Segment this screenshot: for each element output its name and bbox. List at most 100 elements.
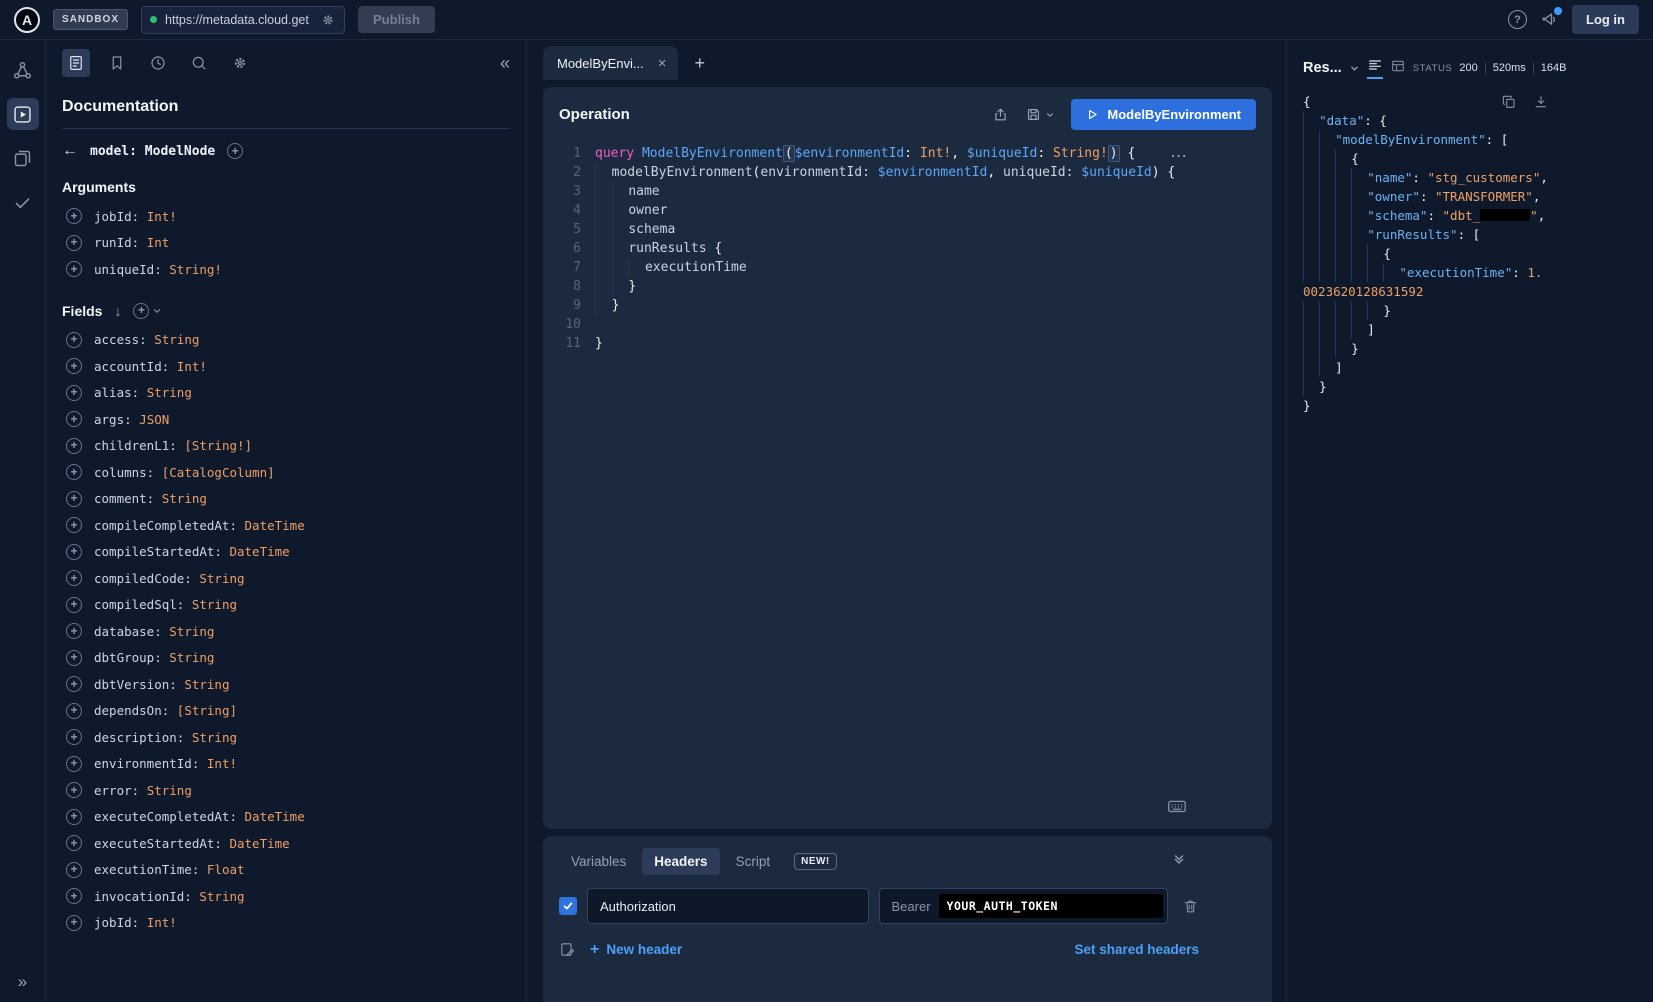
add-to-query-icon[interactable]: +	[66, 676, 82, 692]
add-to-query-icon[interactable]: +	[66, 438, 82, 454]
edit-headers-icon[interactable]	[559, 941, 576, 958]
field-row[interactable]: +invocationId: String	[66, 883, 510, 910]
add-to-query-icon[interactable]: +	[66, 915, 82, 931]
argument-row[interactable]: +runId: Int	[66, 230, 510, 257]
back-button[interactable]: ←	[62, 143, 78, 159]
help-button[interactable]: ?	[1508, 10, 1527, 29]
rail-item-explorer[interactable]	[7, 98, 39, 130]
docs-tab-history[interactable]	[144, 49, 172, 77]
field-row[interactable]: +dbtVersion: String	[66, 671, 510, 698]
field-row[interactable]: +dbtGroup: String	[66, 645, 510, 672]
add-to-query-icon[interactable]: +	[66, 411, 82, 427]
tab-script[interactable]: Script	[724, 848, 783, 875]
tab-variables[interactable]: Variables	[559, 848, 638, 875]
response-selector[interactable]: Res...	[1303, 60, 1342, 76]
table-view-button[interactable]	[1390, 58, 1406, 78]
add-to-query-icon[interactable]: +	[66, 544, 82, 560]
add-to-query-icon[interactable]: +	[66, 235, 82, 251]
field-row[interactable]: +jobId: Int!	[66, 910, 510, 937]
editor-code[interactable]: query ModelByEnvironment($environmentId:…	[581, 144, 1272, 829]
header-key-input[interactable]	[587, 888, 869, 924]
graph-endpoint-input[interactable]: https://metadata.cloud.get	[141, 6, 345, 34]
add-to-query-icon[interactable]: +	[66, 517, 82, 533]
delete-header-button[interactable]	[1182, 898, 1199, 915]
field-row[interactable]: +compiledSql: String	[66, 592, 510, 619]
add-to-query-icon[interactable]: +	[66, 650, 82, 666]
field-row[interactable]: +columns: [CatalogColumn]	[66, 459, 510, 486]
add-to-query-icon[interactable]: +	[66, 623, 82, 639]
download-response-button[interactable]	[1533, 94, 1549, 110]
chevron-down-icon[interactable]	[1349, 63, 1360, 74]
announcements-button[interactable]	[1540, 10, 1559, 29]
field-row[interactable]: +access: String	[66, 327, 510, 354]
new-tab-button[interactable]: +	[694, 54, 705, 72]
field-row[interactable]: +description: String	[66, 724, 510, 751]
field-row[interactable]: +compileCompletedAt: DateTime	[66, 512, 510, 539]
add-to-query-icon[interactable]: +	[66, 782, 82, 798]
add-to-query-icon[interactable]: +	[66, 385, 82, 401]
argument-row[interactable]: +jobId: Int!	[66, 203, 510, 230]
docs-tab-bookmarks[interactable]	[103, 49, 131, 77]
field-row[interactable]: +error: String	[66, 777, 510, 804]
connection-settings-gear-icon[interactable]	[320, 12, 336, 28]
collapse-panel-button[interactable]	[1172, 852, 1186, 866]
field-row[interactable]: +executeCompletedAt: DateTime	[66, 804, 510, 831]
header-enabled-checkbox[interactable]	[559, 897, 577, 915]
field-row[interactable]: +compileStartedAt: DateTime	[66, 539, 510, 566]
add-type-to-query-icon[interactable]: +	[227, 143, 243, 159]
save-operation-button[interactable]	[1025, 106, 1055, 123]
header-value-field[interactable]: Bearer YOUR_AUTH_TOKEN	[879, 888, 1168, 924]
add-to-query-icon[interactable]: +	[66, 756, 82, 772]
apollo-logo[interactable]: A	[14, 7, 40, 33]
set-shared-headers-link[interactable]: Set shared headers	[1074, 942, 1199, 957]
tab-headers[interactable]: Headers	[642, 848, 719, 875]
add-to-query-icon[interactable]: +	[66, 729, 82, 745]
docs-tab-documentation[interactable]	[62, 49, 90, 77]
rail-expand-button[interactable]: »	[18, 972, 27, 992]
sort-fields-icon[interactable]: ↓	[114, 303, 121, 319]
editor-menu-button[interactable]: ...	[1171, 145, 1188, 160]
field-row[interactable]: +alias: String	[66, 380, 510, 407]
copy-response-button[interactable]	[1501, 94, 1517, 110]
add-to-query-icon[interactable]: +	[66, 332, 82, 348]
field-row[interactable]: +accountId: Int!	[66, 353, 510, 380]
publish-button[interactable]: Publish	[358, 6, 435, 33]
add-to-query-icon[interactable]: +	[66, 358, 82, 374]
add-to-query-icon[interactable]: +	[66, 208, 82, 224]
field-row[interactable]: +executionTime: Float	[66, 857, 510, 884]
field-row[interactable]: +environmentId: Int!	[66, 751, 510, 778]
share-operation-button[interactable]	[992, 106, 1009, 123]
docs-tab-settings[interactable]	[226, 49, 254, 77]
formatted-view-button[interactable]	[1367, 57, 1383, 79]
field-row[interactable]: +executeStartedAt: DateTime	[66, 830, 510, 857]
field-row[interactable]: +args: JSON	[66, 406, 510, 433]
argument-row[interactable]: +uniqueId: String!	[66, 256, 510, 283]
keyboard-shortcuts-button[interactable]	[1166, 795, 1188, 817]
new-header-button[interactable]: + New header	[590, 942, 682, 958]
add-to-query-icon[interactable]: +	[66, 703, 82, 719]
close-tab-icon[interactable]: ×	[658, 56, 667, 71]
rail-item-checks[interactable]	[7, 186, 39, 218]
add-to-query-icon[interactable]: +	[66, 261, 82, 277]
query-editor[interactable]: 1234567891011 query ModelByEnvironment($…	[543, 140, 1272, 829]
field-row[interactable]: +database: String	[66, 618, 510, 645]
rail-item-schema[interactable]	[7, 54, 39, 86]
add-to-query-icon[interactable]: +	[66, 597, 82, 613]
add-to-query-icon[interactable]: +	[66, 888, 82, 904]
add-to-query-icon[interactable]: +	[66, 835, 82, 851]
add-to-query-icon[interactable]: +	[66, 570, 82, 586]
add-to-query-icon[interactable]: +	[66, 464, 82, 480]
run-operation-button[interactable]: ModelByEnvironment	[1071, 99, 1256, 130]
add-to-query-icon[interactable]: +	[66, 862, 82, 878]
login-button[interactable]: Log in	[1572, 5, 1639, 34]
field-row[interactable]: +compiledCode: String	[66, 565, 510, 592]
field-row[interactable]: +comment: String	[66, 486, 510, 513]
rail-item-collections[interactable]	[7, 142, 39, 174]
field-row[interactable]: +childrenL1: [String!]	[66, 433, 510, 460]
docs-collapse-button[interactable]: «	[500, 54, 510, 72]
field-row[interactable]: +dependsOn: [String]	[66, 698, 510, 725]
add-to-query-icon[interactable]: +	[66, 491, 82, 507]
add-all-fields-button[interactable]: +	[133, 303, 162, 319]
docs-tab-search[interactable]	[185, 49, 213, 77]
add-to-query-icon[interactable]: +	[66, 809, 82, 825]
